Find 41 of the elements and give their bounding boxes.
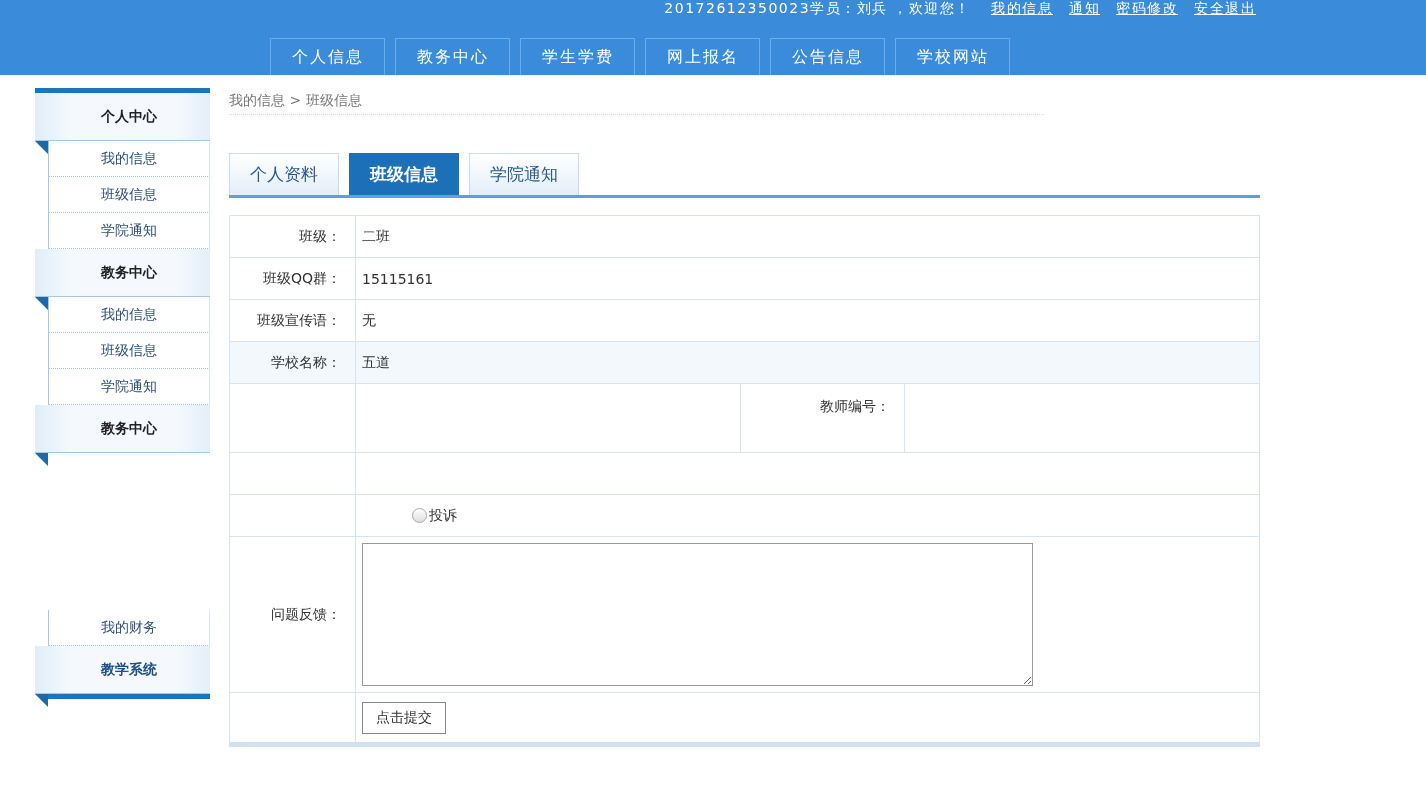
field-label: 学校名称：: [271, 353, 341, 372]
feedback-textarea[interactable]: [362, 543, 1033, 686]
tab[interactable]: 个人资料: [229, 153, 339, 195]
sidebar-item[interactable]: 班级信息: [48, 333, 210, 369]
sidebar-heading[interactable]: 个人中心: [35, 93, 210, 141]
field-value: 二班: [362, 227, 390, 246]
breadcrumb: 我的信息 > 班级信息: [229, 88, 1044, 115]
nav-tab[interactable]: 学生学费: [520, 38, 635, 75]
welcome-text: 20172612350023学员：刘兵 ，欢迎您！: [664, 0, 971, 16]
header-link[interactable]: 密码修改: [1116, 0, 1178, 16]
nav-tab[interactable]: 学校网站: [895, 38, 1010, 75]
nav-tab[interactable]: 个人信息: [270, 38, 385, 75]
radio-button[interactable]: [412, 508, 427, 523]
field-label: 班级QQ群：: [262, 269, 341, 288]
field-value: 无: [362, 311, 376, 330]
sidebar-heading[interactable]: 教务中心: [35, 249, 210, 297]
field-label: 班级：: [299, 227, 341, 246]
sidebar-item[interactable]: 我的信息: [48, 297, 210, 333]
fold-icon: [35, 141, 48, 154]
sidebar-heading[interactable]: 教学系统: [35, 646, 210, 694]
nav-tab[interactable]: 网上报名: [645, 38, 760, 75]
nav-tab[interactable]: 教务中心: [395, 38, 510, 75]
fold-icon: [35, 297, 48, 310]
submit-button[interactable]: 点击提交: [362, 701, 446, 734]
sidebar-heading[interactable]: 教务中心: [35, 405, 210, 453]
radio-label[interactable]: 投诉: [429, 506, 457, 525]
tab[interactable]: 班级信息: [349, 153, 459, 195]
header-link[interactable]: 我的信息: [991, 0, 1053, 16]
fold-icon: [35, 453, 48, 466]
tab[interactable]: 学院通知: [469, 153, 579, 195]
sidebar-item[interactable]: 我的信息: [48, 141, 210, 177]
field-label: 问题反馈：: [271, 605, 341, 624]
sidebar-item[interactable]: 班级信息: [48, 177, 210, 213]
field-label: 班级宣传语：: [257, 311, 341, 330]
header-link[interactable]: 通知: [1069, 0, 1100, 16]
field-value: 五道: [362, 353, 390, 372]
header-link[interactable]: 安全退出: [1194, 0, 1256, 16]
nav-tab[interactable]: 公告信息: [770, 38, 885, 75]
field-value: 15115161: [362, 270, 434, 287]
field-label: 教师编号：: [820, 398, 890, 416]
fold-icon: [35, 694, 48, 707]
